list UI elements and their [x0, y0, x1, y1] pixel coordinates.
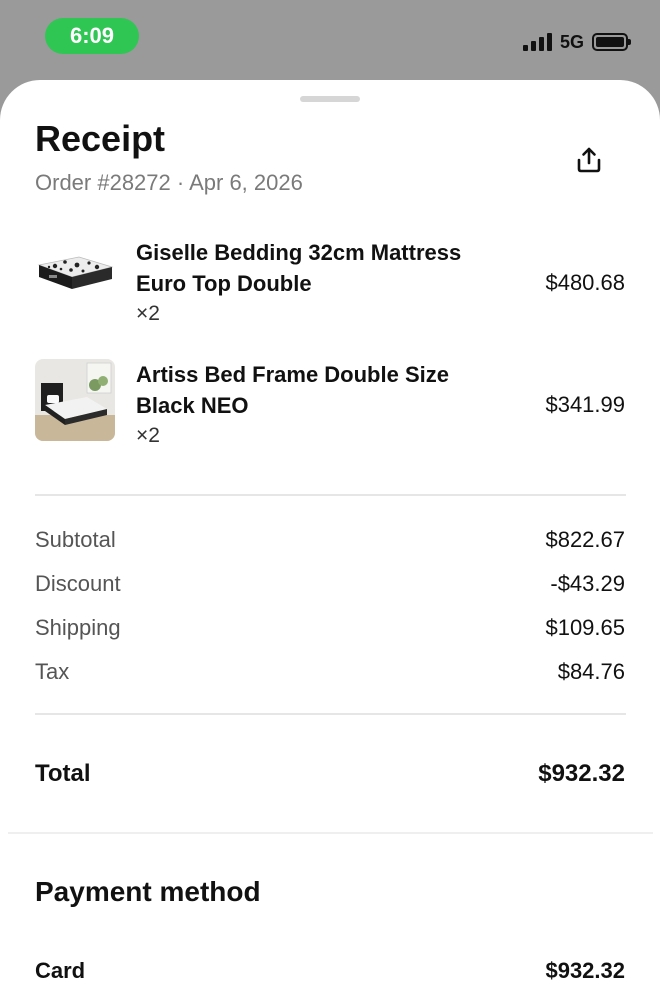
item-price: $341.99: [545, 392, 625, 417]
payment-card-label: Card: [35, 958, 86, 983]
summary-value: $822.67: [545, 527, 625, 552]
item-name-line: Artiss Bed Frame Double Size: [136, 362, 449, 387]
section-divider: [8, 832, 653, 834]
share-button[interactable]: [569, 140, 609, 180]
order-subtitle: Order #28272 · Apr 6, 2026: [35, 170, 303, 195]
network-label: 5G: [559, 31, 584, 52]
payment-card-amount: $932.32: [545, 958, 625, 983]
summary-row-tax: Tax $84.76: [35, 659, 625, 689]
list-item[interactable]: Artiss Bed Frame Double Size Black NEO ×…: [35, 359, 625, 459]
summary-row-subtotal: Subtotal $822.67: [35, 527, 625, 557]
item-quantity: ×2: [136, 302, 160, 325]
payment-method-title: Payment method: [35, 876, 261, 907]
summary-row-shipping: Shipping $109.65: [35, 615, 625, 645]
item-quantity: ×2: [136, 424, 160, 447]
divider: [35, 713, 626, 715]
item-name: Artiss Bed Frame Double Size Black NEO: [136, 359, 516, 421]
status-indicators: 5G: [522, 28, 631, 56]
summary-label: Discount: [35, 571, 121, 596]
receipt-sheet: Receipt Order #28272 · Apr 6, 2026 Gisel…: [0, 80, 660, 1000]
summary-row-discount: Discount -$43.29: [35, 571, 625, 601]
item-price: $480.68: [545, 270, 625, 295]
status-bar: 6:09 5G: [0, 0, 660, 80]
page-title: Receipt: [35, 118, 166, 159]
mattress-thumbnail: [35, 237, 115, 319]
list-item[interactable]: Giselle Bedding 32cm Mattress Euro Top D…: [35, 237, 625, 337]
item-name-line: Euro Top Double: [136, 271, 312, 296]
summary-value: $109.65: [545, 615, 625, 640]
signal-icon: [522, 33, 552, 51]
bed-frame-thumbnail: [35, 359, 115, 441]
item-name-line: Black NEO: [136, 393, 249, 418]
summary-label: Subtotal: [35, 527, 116, 552]
battery-fill: [596, 37, 624, 47]
sheet-grabber[interactable]: [300, 96, 360, 102]
total-label: Total: [35, 760, 91, 787]
summary-value: $84.76: [557, 659, 625, 684]
item-name-line: Giselle Bedding 32cm Mattress: [136, 240, 462, 265]
summary-label: Tax: [35, 659, 70, 684]
total-value: $932.32: [538, 760, 625, 787]
status-time[interactable]: 6:09: [45, 18, 139, 54]
item-name: Giselle Bedding 32cm Mattress Euro Top D…: [136, 237, 516, 299]
summary-label: Shipping: [35, 615, 121, 640]
battery-icon: [592, 33, 631, 51]
divider: [35, 494, 626, 496]
share-icon: [577, 147, 601, 173]
summary-value: -$43.29: [550, 571, 625, 596]
